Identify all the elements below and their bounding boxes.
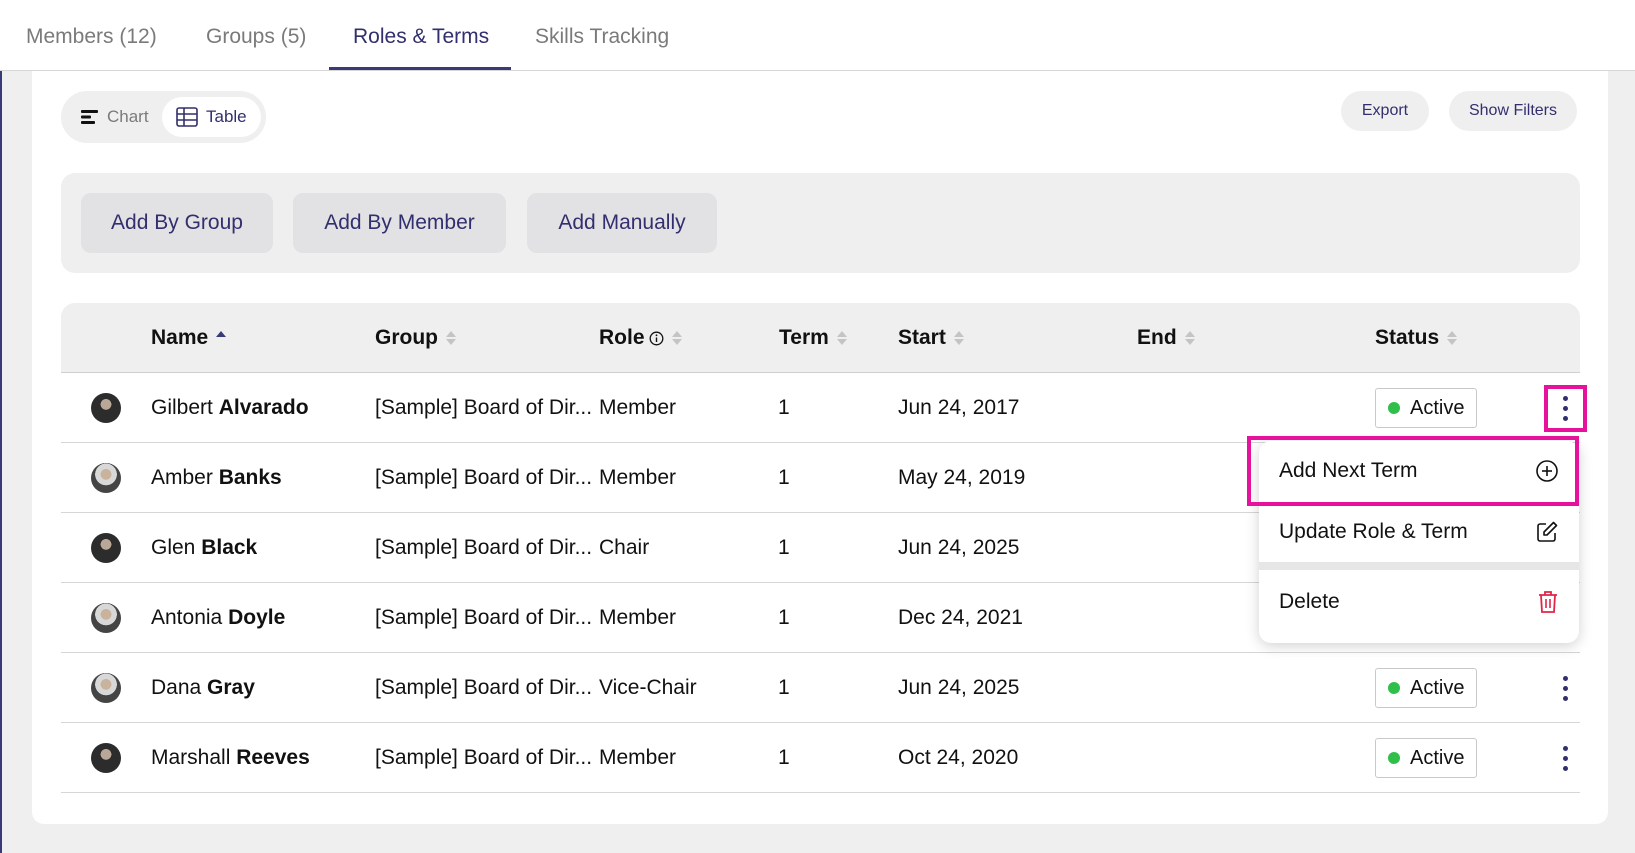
table-row[interactable]: Dana Gray [Sample] Board of Dir... Vice-… — [61, 653, 1580, 723]
role-cell: Member — [599, 466, 677, 489]
avatar — [91, 533, 121, 563]
term-cell: 1 — [778, 536, 790, 559]
edit-icon — [1537, 521, 1558, 542]
col-role-label: Role — [599, 326, 645, 349]
chart-icon — [81, 110, 98, 124]
col-term-label: Term — [779, 326, 829, 349]
view-toggle: Chart Table — [61, 91, 266, 143]
group-cell: [Sample] Board of Dir... — [375, 536, 593, 559]
tab-bar: Members (12) Groups (5) Roles & Terms Sk… — [0, 0, 1635, 71]
group-cell: [Sample] Board of Dir... — [375, 466, 593, 489]
avatar — [91, 393, 121, 423]
member-name[interactable]: Glen Black — [151, 513, 257, 583]
window-edge — [0, 0, 2, 853]
term-cell: 1 — [778, 396, 790, 419]
role-cell: Member — [599, 606, 677, 629]
group-cell: [Sample] Board of Dir... — [375, 746, 593, 769]
trash-icon — [1539, 590, 1557, 613]
start-cell: Dec 24, 2021 — [898, 606, 1023, 629]
member-name[interactable]: Antonia Doyle — [151, 583, 285, 653]
col-term-header[interactable]: Term — [779, 303, 847, 373]
add-manually-button[interactable]: Add Manually — [527, 193, 717, 253]
sort-icon — [1447, 331, 1458, 345]
start-cell: Jun 24, 2025 — [898, 676, 1020, 699]
active-tab-indicator — [329, 67, 511, 70]
start-cell: May 24, 2019 — [898, 466, 1026, 489]
tab-members[interactable]: Members (12) — [26, 0, 157, 71]
start-cell: Oct 24, 2020 — [898, 746, 1019, 769]
delete-label: Delete — [1279, 589, 1340, 613]
menu-item-highlight — [1247, 436, 1579, 506]
table-view-label: Table — [206, 107, 247, 126]
row-actions-button[interactable] — [1551, 744, 1579, 772]
role-cell: Chair — [599, 536, 650, 559]
sort-icon — [446, 331, 456, 345]
add-by-group-button[interactable]: Add By Group — [81, 193, 273, 253]
col-group-label: Group — [375, 326, 438, 349]
col-end-label: End — [1137, 326, 1177, 349]
sort-icon — [671, 331, 682, 345]
col-start-header[interactable]: Start — [898, 303, 964, 373]
member-name[interactable]: Gilbert Alvarado — [151, 373, 309, 443]
col-group-header[interactable]: Group — [375, 303, 456, 373]
role-cell: Member — [599, 396, 677, 419]
avatar — [91, 603, 121, 633]
add-actions-panel: Add By Group Add By Member Add Manually — [61, 173, 1580, 273]
member-name[interactable]: Amber Banks — [151, 443, 282, 513]
col-start-label: Start — [898, 326, 946, 349]
active-dot-icon — [1388, 402, 1400, 414]
col-name-header[interactable]: Name — [151, 303, 227, 373]
menu-item-update-role-term[interactable]: Update Role & Term — [1259, 501, 1579, 562]
group-cell: [Sample] Board of Dir... — [375, 606, 593, 629]
term-cell: 1 — [778, 746, 790, 769]
role-cell: Vice-Chair — [599, 676, 697, 699]
status-badge: Active — [1375, 668, 1478, 708]
export-button[interactable]: Export — [1341, 91, 1429, 131]
menu-divider — [1259, 562, 1579, 570]
update-role-term-label: Update Role & Term — [1279, 519, 1468, 543]
info-icon[interactable] — [649, 331, 664, 346]
col-status-header[interactable]: Status — [1375, 303, 1458, 373]
member-name[interactable]: Marshall Reeves — [151, 723, 310, 793]
active-dot-icon — [1388, 752, 1400, 764]
term-cell: 1 — [778, 676, 790, 699]
term-cell: 1 — [778, 466, 790, 489]
status-badge: Active — [1375, 738, 1478, 778]
sort-icon — [1184, 331, 1195, 345]
term-cell: 1 — [778, 606, 790, 629]
avatar — [91, 743, 121, 773]
sort-icon — [953, 331, 964, 345]
status-badge: Active — [1375, 388, 1478, 428]
chart-view-option[interactable]: Chart — [69, 97, 161, 137]
col-end-header[interactable]: End — [1137, 303, 1195, 373]
group-cell: [Sample] Board of Dir... — [375, 396, 593, 419]
col-status-label: Status — [1375, 326, 1440, 349]
tab-groups[interactable]: Groups (5) — [206, 0, 306, 71]
col-role-header[interactable]: Role — [599, 303, 682, 373]
tab-roles-terms[interactable]: Roles & Terms — [353, 0, 489, 71]
table-icon — [176, 107, 198, 127]
start-cell: Jun 24, 2017 — [898, 396, 1020, 419]
show-filters-button[interactable]: Show Filters — [1449, 91, 1577, 131]
tab-skills-tracking[interactable]: Skills Tracking — [535, 0, 669, 71]
table-header: Name Group Role Term Start End Status — [61, 303, 1580, 373]
role-cell: Member — [599, 746, 677, 769]
menu-item-delete[interactable]: Delete — [1259, 570, 1579, 633]
member-name[interactable]: Dana Gray — [151, 653, 255, 723]
sort-ascending-icon — [216, 331, 227, 345]
table-row[interactable]: Gilbert Alvarado [Sample] Board of Dir..… — [61, 373, 1580, 443]
start-cell: Jun 24, 2025 — [898, 536, 1020, 559]
add-by-member-button[interactable]: Add By Member — [293, 193, 506, 253]
avatar — [91, 463, 121, 493]
sort-icon — [836, 331, 847, 345]
kebab-highlight — [1544, 385, 1587, 432]
row-actions-button[interactable] — [1551, 674, 1579, 702]
group-cell: [Sample] Board of Dir... — [375, 676, 593, 699]
active-dot-icon — [1388, 682, 1400, 694]
table-view-option[interactable]: Table — [162, 97, 261, 137]
col-name-label: Name — [151, 326, 209, 349]
chart-view-label: Chart — [107, 107, 149, 126]
avatar — [91, 673, 121, 703]
table-row[interactable]: Marshall Reeves [Sample] Board of Dir...… — [61, 723, 1580, 793]
